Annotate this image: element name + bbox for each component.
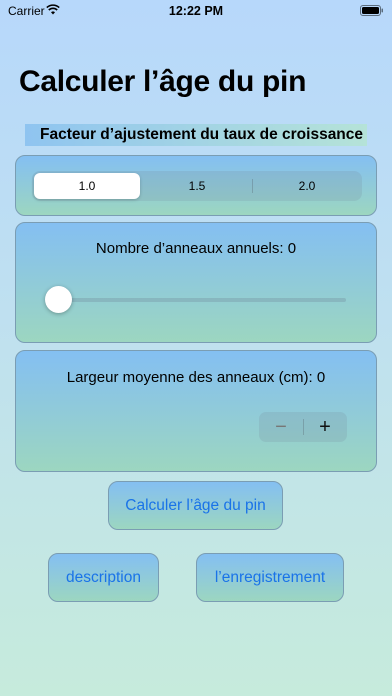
status-time: 12:22 PM	[168, 4, 224, 18]
description-button[interactable]: description	[48, 553, 159, 602]
rings-slider-track[interactable]	[60, 298, 346, 302]
width-card: Largeur moyenne des anneaux (cm): 0 − +	[15, 350, 377, 472]
segment-1-5[interactable]: 1.5	[144, 173, 250, 199]
growth-factor-segmented-control: 1.0 1.5 2.0	[32, 171, 362, 201]
rings-card: Nombre d’anneaux annuels: 0	[15, 222, 377, 343]
battery-icon	[360, 5, 383, 16]
stepper-minus-button[interactable]: −	[259, 412, 303, 442]
growth-factor-label: Facteur d’ajustement du taux de croissan…	[25, 124, 367, 146]
page-title: Calculer l’âge du pin	[19, 65, 307, 98]
width-stepper: − +	[259, 412, 347, 442]
stepper-plus-button[interactable]: +	[303, 412, 347, 442]
segment-1-0[interactable]: 1.0	[34, 173, 140, 199]
width-label: Largeur moyenne des anneaux (cm): 0	[66, 369, 326, 386]
record-button[interactable]: l’enregistrement	[196, 553, 344, 602]
growth-factor-card: 1.0 1.5 2.0	[15, 155, 377, 216]
rings-slider-thumb[interactable]	[45, 286, 72, 313]
segment-divider	[252, 179, 253, 193]
calculate-button[interactable]: Calculer l’âge du pin	[108, 481, 283, 530]
rings-label: Nombre d’anneaux annuels: 0	[95, 240, 297, 257]
segment-2-0[interactable]: 2.0	[254, 173, 360, 199]
status-bar: Carrier 12:22 PM	[0, 0, 392, 22]
